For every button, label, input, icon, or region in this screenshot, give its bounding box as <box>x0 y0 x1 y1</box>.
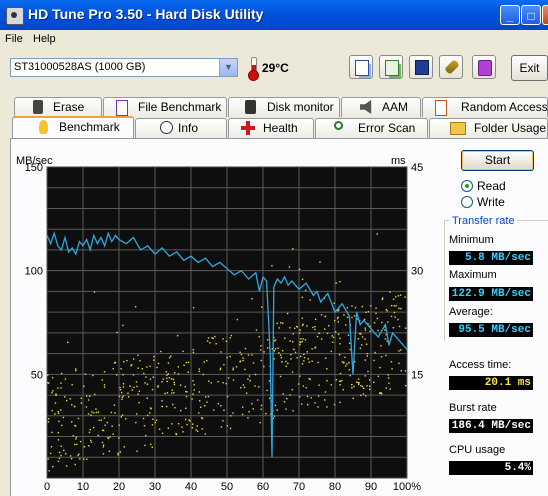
copy-screenshot-button[interactable] <box>379 55 403 79</box>
write-radio[interactable] <box>461 196 473 208</box>
speaker-icon <box>360 100 372 114</box>
tab-benchmark[interactable]: Benchmark <box>12 116 134 138</box>
tab-disk-monitor[interactable]: Disk monitor <box>228 97 340 117</box>
down-arrow-icon <box>478 60 492 76</box>
access-time-value: 20.1 ms <box>449 376 533 390</box>
write-radio-label: Write <box>477 195 505 209</box>
tab-file-benchmark[interactable]: File Benchmark <box>103 97 227 117</box>
lightbulb-icon <box>39 120 48 134</box>
left-axis-label: MB/sec <box>16 155 53 167</box>
menu-file[interactable]: File <box>5 33 23 45</box>
transfer-rate-title: Transfer rate <box>450 215 517 227</box>
tab-info[interactable]: Info <box>135 118 227 138</box>
chevron-down-icon[interactable]: ▼ <box>219 59 237 76</box>
tab-error-scan[interactable]: Error Scan <box>315 118 428 138</box>
folder-icon <box>450 122 466 135</box>
tab-folder-usage[interactable]: Folder Usage <box>429 118 548 138</box>
title-bar: HD Tune Pro 3.50 - Hard Disk Utility _ □ <box>0 0 548 30</box>
access-time-label: Access time: <box>449 359 512 371</box>
tab-health[interactable]: Health <box>228 118 314 138</box>
options-button[interactable] <box>439 55 463 79</box>
trash-can-icon <box>33 100 43 114</box>
burst-rate-value: 186.4 MB/sec <box>449 419 533 433</box>
exit-button[interactable]: Exit <box>511 55 548 81</box>
window-title: HD Tune Pro 3.50 - Hard Disk Utility <box>28 6 264 22</box>
cpu-usage-value: 5.4% <box>449 461 533 475</box>
menu-help[interactable]: Help <box>33 33 56 45</box>
copy-text-button[interactable] <box>349 55 373 79</box>
close-button[interactable] <box>542 5 548 25</box>
maximum-value: 122.9 MB/sec <box>449 287 533 301</box>
tab-random-access[interactable]: Random Access <box>422 97 548 117</box>
temperature-value: 29°C <box>262 61 289 75</box>
cpu-usage-label: CPU usage <box>449 444 506 456</box>
copy-text-icon <box>355 60 369 76</box>
copy-screenshot-icon <box>385 60 399 76</box>
tab-aam[interactable]: AAM <box>341 97 421 117</box>
random-access-icon <box>435 100 447 116</box>
drive-select[interactable]: ST31000528AS (1000 GB) ▼ <box>10 58 238 77</box>
health-cross-icon <box>241 121 255 135</box>
average-value: 95.5 MB/sec <box>449 323 533 337</box>
app-disk-icon <box>6 7 24 25</box>
info-icon <box>160 121 173 134</box>
maximum-label: Maximum <box>449 269 497 281</box>
burst-rate-label: Burst rate <box>449 402 497 414</box>
average-label: Average: <box>449 306 493 318</box>
download-button[interactable] <box>472 55 496 79</box>
minimum-value: 5.8 MB/sec <box>449 251 533 265</box>
right-axis-label: ms <box>391 155 406 167</box>
save-button[interactable] <box>409 55 433 79</box>
tab-erase[interactable]: Erase <box>14 97 102 117</box>
read-radio-label: Read <box>477 179 506 193</box>
drive-select-value: ST31000528AS (1000 GB) <box>14 61 146 73</box>
floppy-disk-icon <box>415 60 429 75</box>
minimize-button[interactable]: _ <box>500 5 520 25</box>
maximize-button[interactable]: □ <box>521 5 541 25</box>
read-radio[interactable] <box>461 180 473 192</box>
menu-bar: File Help <box>0 30 548 48</box>
minimum-label: Minimum <box>449 234 494 246</box>
wrench-icon <box>444 59 460 75</box>
file-benchmark-icon <box>116 100 128 116</box>
disk-monitor-icon <box>245 100 256 114</box>
start-button[interactable]: Start <box>461 150 534 171</box>
thermometer-icon <box>247 57 259 81</box>
magnifier-icon <box>334 121 343 130</box>
